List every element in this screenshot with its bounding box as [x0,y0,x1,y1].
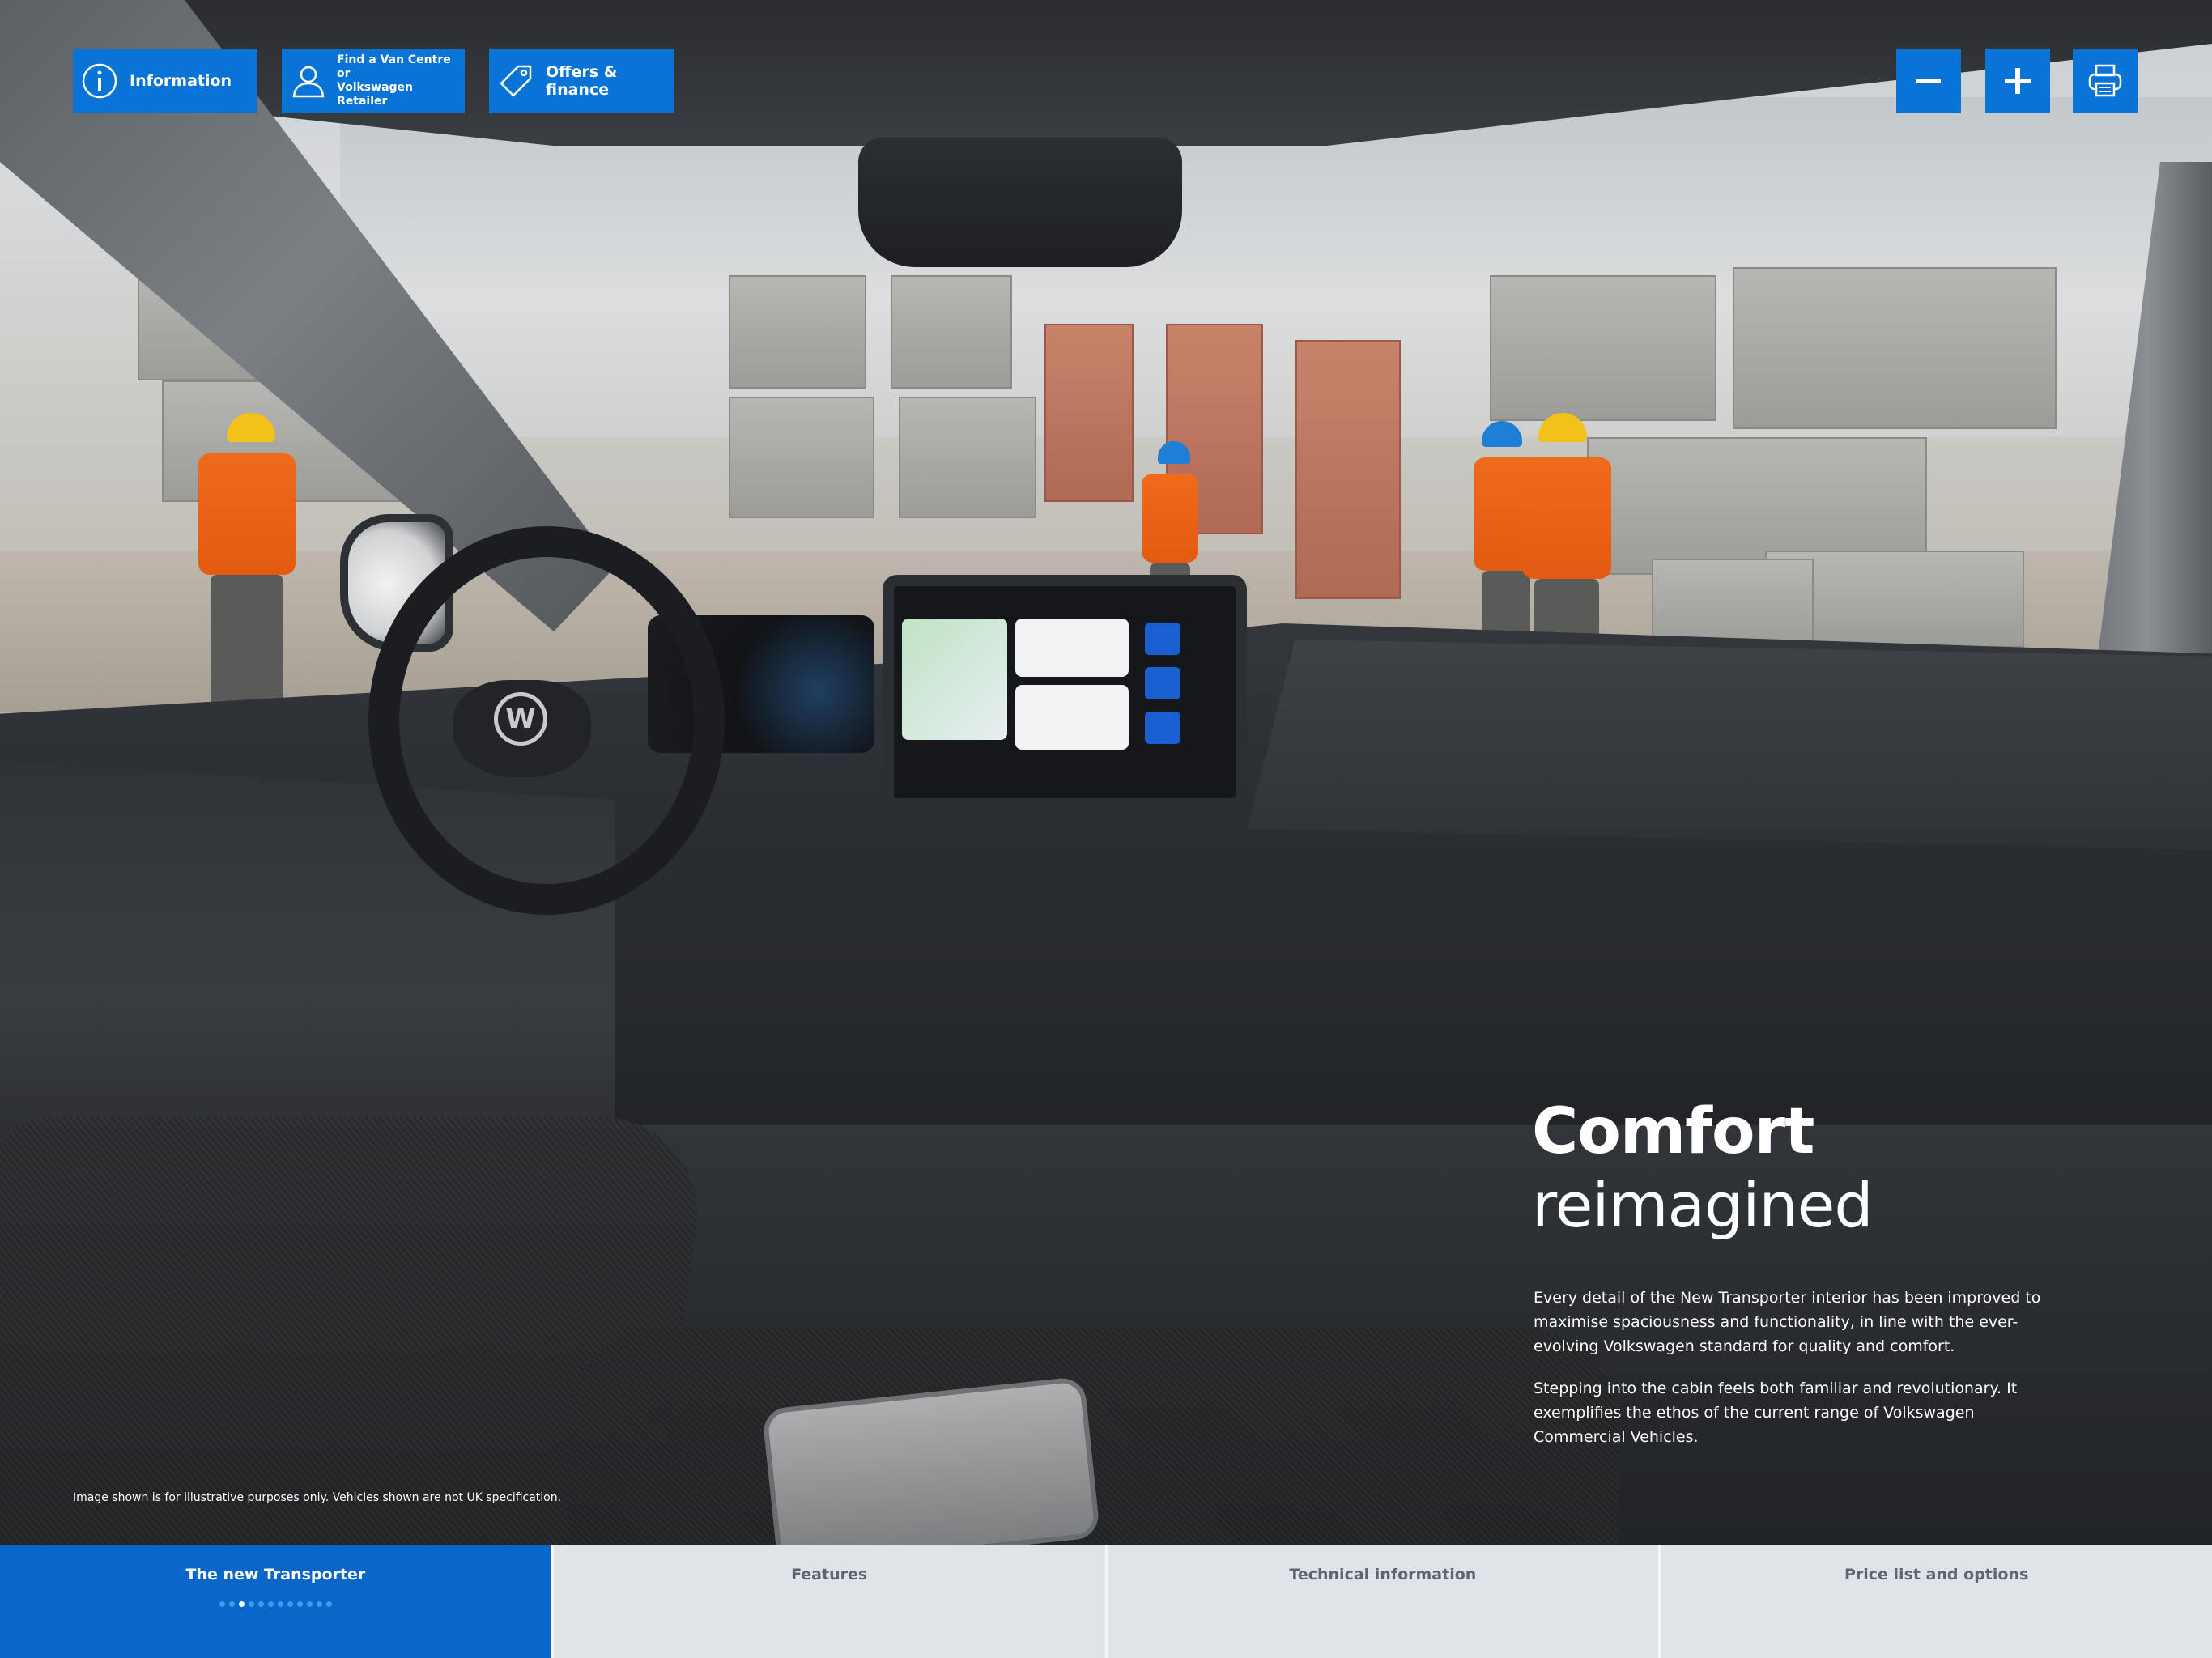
tab-the-new-transporter[interactable]: The new Transporter [0,1545,551,1658]
tab-label: Price list and options [1844,1566,2029,1584]
tab-technical-information[interactable]: Technical information [1104,1545,1659,1658]
tab-label: Technical information [1289,1566,1477,1584]
page-dot[interactable] [277,1601,283,1607]
body-copy: Every detail of the New Transporter inte… [1534,1286,2052,1467]
page-dot[interactable] [228,1601,235,1607]
tag-icon [500,65,532,97]
find-retailer-label: Find a Van Centre or Volkswagen Retailer [337,53,451,108]
tab-features[interactable]: Features [551,1545,1105,1658]
person-icon [292,66,325,98]
page-dot[interactable] [287,1601,293,1607]
offers-finance-label: Offers & finance [546,63,618,99]
page-dot[interactable] [325,1601,332,1607]
page-dot[interactable] [306,1601,313,1607]
tab-price-list-and-options[interactable]: Price list and options [1658,1545,2212,1658]
minus-icon [1916,79,1941,83]
print-button[interactable] [2073,49,2138,113]
info-icon [82,63,117,99]
information-button[interactable]: Information [73,49,257,113]
bottom-navigation: The new Transporter Features Technical i… [0,1545,2212,1658]
page-dot[interactable] [248,1601,254,1607]
image-disclaimer: Image shown is for illustrative purposes… [73,1491,562,1504]
information-label: Information [130,72,232,90]
title-bold: Comfort [1532,1095,1814,1168]
page-dot[interactable] [296,1601,303,1607]
paragraph-2: Stepping into the cabin feels both famil… [1534,1380,2018,1446]
zoom-out-button[interactable] [1896,49,1961,113]
printer-icon [2088,64,2122,97]
page-title: Comfort reimagined [1532,1095,1874,1242]
page-dot[interactable] [267,1601,274,1607]
tab-label: The new Transporter [185,1566,366,1584]
page-indicator [219,1601,332,1607]
tab-label: Features [791,1566,868,1584]
title-light: reimagined [1532,1169,1874,1241]
offers-finance-button[interactable]: Offers & finance [489,49,674,113]
page-dot[interactable] [219,1601,225,1607]
find-retailer-button[interactable]: Find a Van Centre or Volkswagen Retailer [282,49,465,113]
paragraph-1: Every detail of the New Transporter inte… [1534,1289,2041,1355]
zoom-in-button[interactable] [1985,49,2050,113]
plus-icon [2005,68,2031,94]
page-dot[interactable] [257,1601,264,1607]
page-dot[interactable] [316,1601,322,1607]
page-dot[interactable] [238,1601,245,1607]
